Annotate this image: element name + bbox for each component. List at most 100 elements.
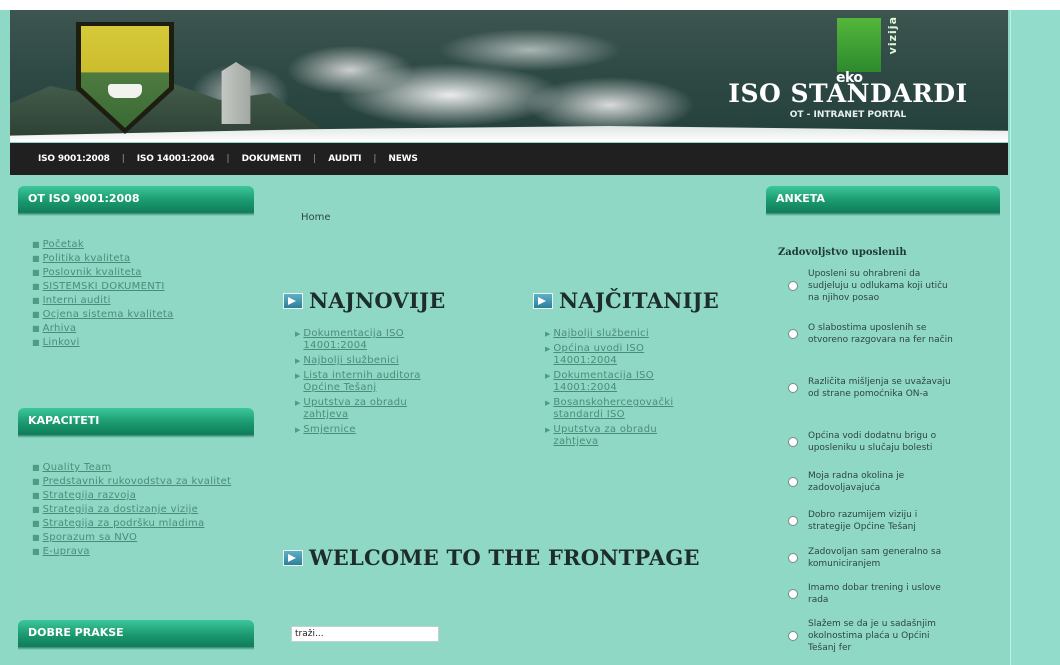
article-link[interactable]: Najbolji službenici — [303, 355, 443, 367]
article-link[interactable]: Uputstva za obradu zahtjeva — [303, 397, 443, 421]
breadcrumb-home[interactable]: Home — [301, 212, 331, 223]
poll-option[interactable]: Različita mišljenja se uvažavaju od stra… — [788, 376, 988, 400]
radio-button[interactable] — [788, 329, 798, 339]
nav-auditi[interactable]: AUDITI — [316, 154, 373, 164]
menu-link-arhiva[interactable]: Arhiva — [43, 323, 77, 334]
section-header-mostread: NAJČITANIJE — [533, 288, 719, 313]
radio-button[interactable] — [788, 383, 798, 393]
menu-item: ■ SISTEMSKI DOKUMENTI — [32, 280, 174, 294]
menu-link-quality-team[interactable]: Quality Team — [43, 462, 112, 473]
poll-option-label: Dobro razumijem viziju i strategije Opći… — [808, 510, 918, 532]
poll-option-label: Uposleni su ohrabreni da sudjeluju u odl… — [808, 269, 948, 303]
poll-option-label: Slažem se da je u sadašnjim okolnostima … — [808, 619, 936, 653]
radio-button[interactable] — [788, 477, 798, 487]
site-subtitle: OT - INTRANET PORTAL — [789, 110, 907, 120]
bullet-icon: ■ — [32, 324, 40, 333]
list-mostread: ▶ Najbolji službenici ▶ Općina uvodi ISO 1… — [545, 328, 715, 451]
arrow-right-icon — [283, 292, 303, 309]
box-title-kapaciteti: KAPACITETI — [18, 408, 254, 438]
article-link[interactable]: Smjernice — [303, 424, 443, 436]
header-banner: eko vizija ISO STANDARDI OT - INTRANET P… — [10, 10, 1008, 142]
poll-option-label: Moja radna okolina je zadovoljavajuća — [808, 471, 905, 493]
radio-button[interactable] — [788, 553, 798, 563]
nav-news[interactable]: NEWS — [376, 154, 429, 164]
section-title-mostread: NAJČITANIJE — [559, 288, 719, 313]
menu-link-sporazum-nvo[interactable]: Sporazum sa NVO — [43, 532, 138, 543]
menu-link-politika[interactable]: Politika kvaliteta — [43, 253, 131, 264]
radio-button[interactable] — [788, 437, 798, 447]
menu-link-predstavnik[interactable]: Predstavnik rukovodstva za kvalitet — [43, 476, 232, 487]
menu-item: ■ Strategija razvoja — [32, 489, 232, 503]
menu-item: ■ Strategija za dostizanje vizije — [32, 503, 232, 517]
bullet-icon: ■ — [32, 310, 40, 319]
article-link[interactable]: Uputstva za obradu zahtjeva — [553, 424, 693, 448]
article-link[interactable]: Najbolji službenici — [553, 328, 703, 340]
list-item: ▶ Uputstva za obradu zahtjeva — [295, 397, 460, 421]
menu-item: ■ Linkovi — [32, 336, 174, 350]
poll-option[interactable]: Moja radna okolina je zadovoljavajuća — [788, 470, 988, 494]
triangle-bullet-icon: ▶ — [295, 357, 301, 365]
menu-link-strategija-razvoja[interactable]: Strategija razvoja — [43, 490, 137, 501]
article-link[interactable]: Općina uvodi ISO 14001:2004 — [553, 343, 693, 367]
bullet-icon: ■ — [32, 268, 40, 277]
menu-item: ■ Quality Team — [32, 461, 232, 475]
poll-option[interactable]: O slabostima uposlenih se otvoreno razgo… — [788, 322, 988, 346]
section-title-welcome: WELCOME TO THE FRONTPAGE — [309, 545, 700, 570]
bullet-icon: ■ — [32, 477, 40, 486]
ekovizija-logo-subtext: vizija — [886, 16, 899, 55]
poll-option[interactable]: Uposleni su ohrabreni da sudjeluju u odl… — [788, 268, 988, 304]
menu-item: ■ Interni auditi — [32, 294, 174, 308]
poll-option[interactable]: Dobro razumijem viziju i strategije Opći… — [788, 509, 988, 533]
menu-link-strategija-mladi[interactable]: Strategija za podršku mladima — [43, 518, 205, 529]
bullet-icon: ■ — [32, 296, 40, 305]
article-link[interactable]: Bosanskohercegovački standardi ISO — [553, 397, 708, 421]
bullet-icon: ■ — [32, 463, 40, 472]
nav-iso-14001[interactable]: ISO 14001:2004 — [125, 154, 227, 164]
triangle-bullet-icon: ▶ — [295, 426, 301, 434]
list-item: ▶ Smjernice — [295, 424, 460, 436]
triangle-bullet-icon: ▶ — [545, 330, 551, 338]
menu-link-poslovnik[interactable]: Poslovnik kvaliteta — [43, 267, 142, 278]
menu-item: ■ Početak — [32, 238, 174, 252]
menu-link-ocjena[interactable]: Ocjena sistema kvaliteta — [43, 309, 174, 320]
triangle-bullet-icon: ▶ — [545, 426, 551, 434]
box-title-anketa: ANKETA — [766, 186, 1000, 216]
list-newest: ▶ Dokumentacija ISO 14001:2004 ▶ Najbolji … — [295, 328, 460, 439]
castle-tower-illustration — [221, 62, 251, 124]
bullet-icon: ■ — [32, 240, 40, 249]
right-gutter — [1010, 10, 1060, 665]
radio-button[interactable] — [788, 631, 798, 641]
menu-link-pocetak[interactable]: Početak — [43, 239, 84, 250]
poll-option[interactable]: Slažem se da je u sadašnjim okolnostima … — [788, 618, 988, 654]
search-input[interactable] — [291, 626, 439, 642]
radio-button[interactable] — [788, 281, 798, 291]
poll-option-label: O slabostima uposlenih se otvoreno razgo… — [808, 323, 953, 345]
triangle-bullet-icon: ▶ — [545, 345, 551, 353]
menu-link-sistemski[interactable]: SISTEMSKI DOKUMENTI — [43, 281, 165, 292]
menu-link-e-uprava[interactable]: E-uprava — [43, 546, 90, 557]
nav-dokumenti[interactable]: DOKUMENTI — [230, 154, 314, 164]
box-title-dobre-prakse: DOBRE PRAKSE — [18, 620, 254, 650]
list-item: ▶ Lista internih auditora Općine Tešanj — [295, 370, 460, 394]
poll-option[interactable]: Zadovoljan sam generalno sa komuniciranj… — [788, 546, 988, 570]
radio-button[interactable] — [788, 589, 798, 599]
poll-option-label: Imamo dobar trening i uslove rada — [808, 583, 941, 605]
menu-link-linkovi[interactable]: Linkovi — [43, 337, 80, 348]
box-title-ot-iso: OT ISO 9001:2008 — [18, 186, 254, 216]
page-top-strip — [0, 0, 1060, 10]
article-link[interactable]: Lista internih auditora Općine Tešanj — [303, 370, 453, 394]
nav-iso-9001[interactable]: ISO 9001:2008 — [26, 154, 122, 164]
menu-item: ■ E-uprava — [32, 545, 232, 559]
poll-option[interactable]: Općina vodi dodatnu brigu o uposleniku u… — [788, 430, 988, 454]
menu-item: ■ Arhiva — [32, 322, 174, 336]
radio-button[interactable] — [788, 516, 798, 526]
list-item: ▶ Općina uvodi ISO 14001:2004 — [545, 343, 715, 367]
list-item: ▶ Dokumentacija ISO 14001:2004 — [545, 370, 715, 394]
triangle-bullet-icon: ▶ — [295, 372, 301, 380]
menu-link-interni-auditi[interactable]: Interni auditi — [43, 295, 111, 306]
article-link[interactable]: Dokumentacija ISO 14001:2004 — [303, 328, 443, 352]
article-link[interactable]: Dokumentacija ISO 14001:2004 — [553, 370, 693, 394]
bullet-icon: ■ — [32, 338, 40, 347]
poll-option[interactable]: Imamo dobar trening i uslove rada — [788, 582, 988, 606]
menu-link-strategija-vizije[interactable]: Strategija za dostizanje vizije — [43, 504, 199, 515]
